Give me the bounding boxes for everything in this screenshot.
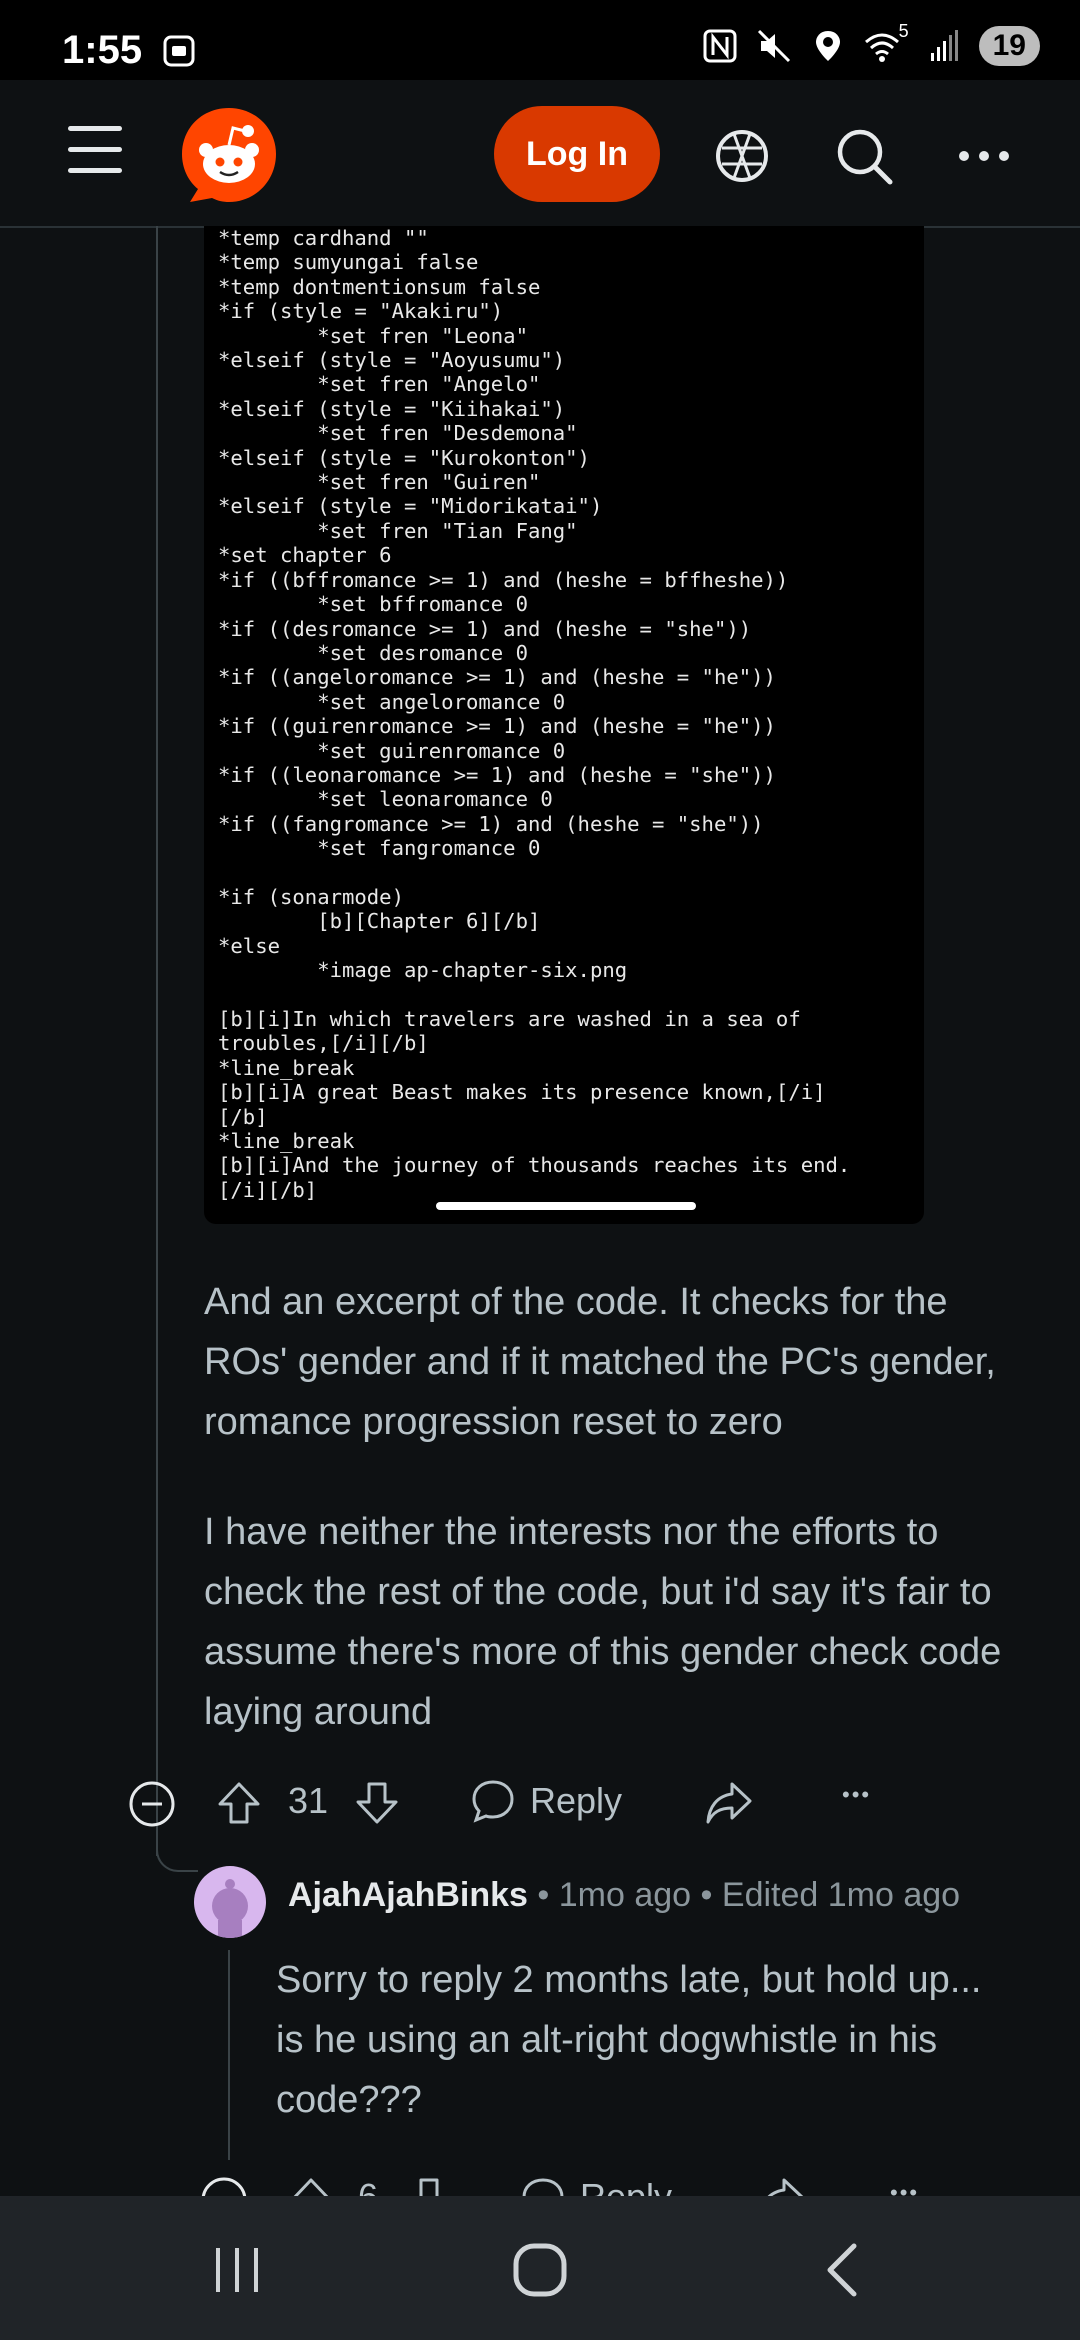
reply-meta: AjahAjahBinks • 1mo ago • Edited 1mo ago xyxy=(288,1876,960,1915)
status-icons: 5 19 xyxy=(701,21,1040,66)
login-button[interactable]: Log In xyxy=(494,106,660,202)
home-icon[interactable] xyxy=(510,2240,570,2300)
popular-icon[interactable] xyxy=(712,126,772,186)
mute-icon xyxy=(757,29,790,63)
edited-label: Edited 1mo ago xyxy=(721,1876,961,1914)
share-icon[interactable] xyxy=(704,1780,754,1826)
meta-separator: • xyxy=(700,1876,713,1914)
wifi-icon xyxy=(864,33,899,62)
thread-branch-line xyxy=(156,1830,198,1872)
downvote-icon[interactable] xyxy=(354,1780,400,1826)
snoo-avatar-icon xyxy=(212,1879,248,1938)
vote-count: 31 xyxy=(288,1780,329,1821)
comment-action-bar: 31 Reply ••• xyxy=(128,1774,928,1830)
reply-button[interactable]: Reply xyxy=(470,1778,622,1824)
location-icon xyxy=(815,31,840,61)
username[interactable]: AjahAjahBinks xyxy=(288,1876,528,1914)
comment-paragraph: And an excerpt of the code. It checks fo… xyxy=(204,1281,996,1443)
recents-icon[interactable] xyxy=(210,2244,264,2296)
network-type-label: 5 xyxy=(898,21,909,41)
nfc-icon xyxy=(703,29,737,63)
time-ago: 1mo ago xyxy=(558,1876,692,1914)
app-header: Log In xyxy=(0,80,1080,228)
status-bar: 1:55 5 19 xyxy=(0,0,1080,80)
status-time: 1:55 xyxy=(62,28,143,72)
avatar[interactable] xyxy=(194,1866,266,1938)
wifi-indicator: 5 xyxy=(863,21,909,65)
menu-icon[interactable] xyxy=(68,126,122,178)
reddit-logo[interactable] xyxy=(178,104,280,206)
back-icon[interactable] xyxy=(818,2240,868,2300)
reply-label: Reply xyxy=(530,1780,623,1821)
meta-separator: • xyxy=(537,1876,550,1914)
reply-thread-line xyxy=(228,1950,230,2160)
signal-icon xyxy=(930,30,958,61)
system-nav-bar xyxy=(0,2196,1080,2340)
search-icon[interactable] xyxy=(834,126,894,186)
comment-paragraph: I have neither the interests nor the eff… xyxy=(204,1511,1002,1733)
reply-body: Sorry to reply 2 months late, but hold u… xyxy=(276,1959,982,2121)
collapse-icon[interactable] xyxy=(128,1780,176,1828)
more-icon[interactable] xyxy=(954,126,1014,186)
thread-line xyxy=(156,226,158,1856)
screenshot-icon xyxy=(163,35,195,67)
code-image[interactable]: *temp cardhand "" *temp sumyungai false … xyxy=(204,226,924,1224)
battery-indicator: 19 xyxy=(978,26,1040,66)
comment-icon xyxy=(472,1780,514,1823)
more-options-button[interactable]: ••• xyxy=(842,1782,871,1808)
upvote-icon[interactable] xyxy=(216,1780,262,1826)
image-scroll-indicator xyxy=(436,1202,696,1210)
code-text: *temp cardhand "" *temp sumyungai false … xyxy=(218,226,851,1202)
